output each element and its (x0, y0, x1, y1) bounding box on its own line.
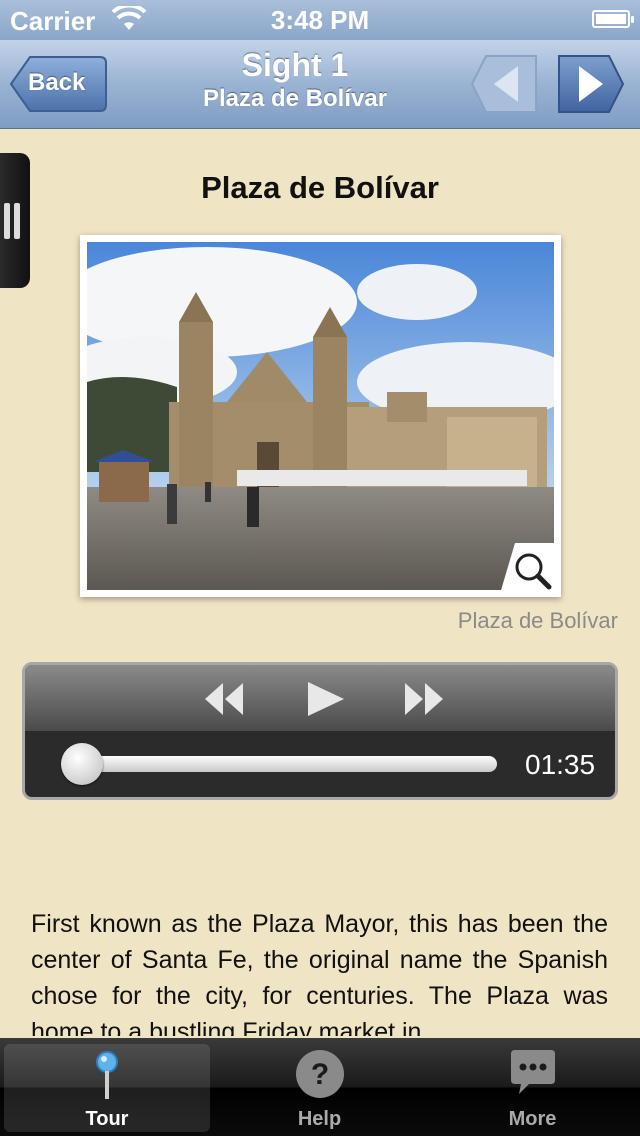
fast-forward-icon (405, 683, 443, 715)
next-sight-button[interactable] (557, 54, 625, 114)
progress-track[interactable] (63, 756, 497, 772)
progress-knob[interactable] (61, 743, 103, 785)
nav-subtitle: Plaza de Bolívar (202, 85, 388, 112)
tab-more-label: More (508, 1108, 557, 1130)
fast-forward-button[interactable] (403, 681, 445, 717)
player-controls (25, 665, 615, 731)
back-button[interactable]: Back (10, 55, 108, 113)
photo-caption: Plaza de Bolívar (457, 608, 618, 633)
back-button-label: Back (28, 69, 86, 96)
track-time: 01:35 (525, 749, 596, 780)
speech-bubble-icon (426, 1048, 639, 1105)
tab-tour-label: Tour (85, 1108, 129, 1130)
pin-icon (4, 1050, 210, 1107)
rewind-icon (205, 683, 243, 715)
triangle-right-icon (558, 55, 625, 113)
sight-heading: Plaza de Bolívar (201, 170, 439, 205)
svg-text:?: ? (310, 1058, 328, 1091)
play-icon (308, 682, 344, 716)
nav-title-block: Sight 1 Plaza de Bolívar (150, 46, 440, 114)
grip-bar (14, 203, 20, 239)
sight-photo[interactable] (80, 235, 561, 597)
triangle-left-icon (470, 55, 537, 113)
navigation-bar: Back Sight 1 Plaza de Bolívar (0, 40, 640, 129)
zoom-button[interactable] (499, 543, 561, 597)
plaza-photo-image (87, 242, 554, 590)
magnifier-icon (499, 543, 561, 597)
tab-bar: Tour ? Help More (0, 1038, 640, 1136)
grip-bar (4, 203, 10, 239)
nav-title: Sight 1 (241, 47, 349, 83)
status-time: 3:48 PM (270, 5, 370, 35)
question-icon: ? (213, 1048, 426, 1105)
tab-help[interactable]: ? Help (213, 1038, 426, 1136)
previous-sight-button[interactable] (470, 54, 538, 114)
tab-more[interactable]: More (426, 1038, 639, 1136)
battery-icon (592, 10, 634, 28)
tab-tour[interactable]: Tour (4, 1044, 210, 1132)
status-bar: Carrier 3:48 PM (0, 0, 640, 40)
rewind-button[interactable] (203, 681, 245, 717)
play-button[interactable] (304, 681, 346, 717)
sight-description: First known as the Plaza Mayor, this has… (31, 910, 608, 1036)
audio-player: 01:35 (22, 662, 618, 800)
tab-help-label: Help (297, 1108, 342, 1130)
